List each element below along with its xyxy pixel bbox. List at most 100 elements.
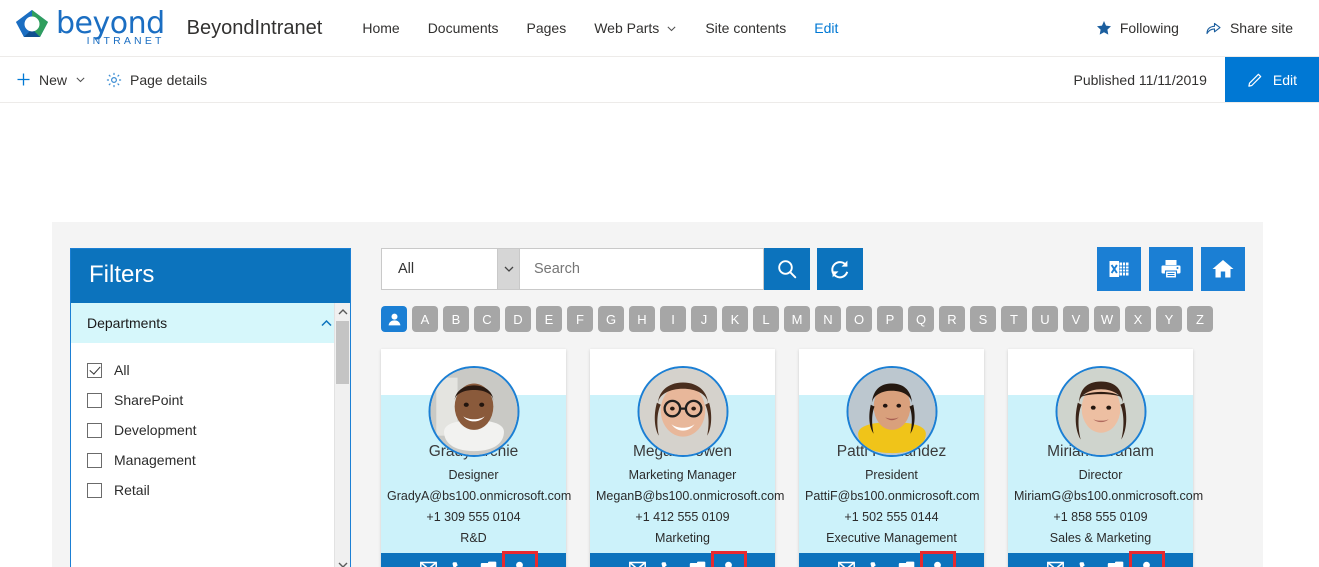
alpha-chip-c[interactable]: C bbox=[474, 306, 500, 332]
alpha-chip-b[interactable]: B bbox=[443, 306, 469, 332]
avatar bbox=[428, 366, 519, 457]
phone-icon[interactable] bbox=[869, 561, 884, 567]
checkbox-all[interactable] bbox=[87, 363, 102, 378]
share-icon bbox=[1205, 20, 1222, 36]
mail-icon[interactable] bbox=[420, 561, 437, 567]
alpha-chip-all-people[interactable] bbox=[381, 306, 407, 332]
filter-option-retail[interactable]: Retail bbox=[71, 475, 350, 505]
mail-icon[interactable] bbox=[1047, 561, 1064, 567]
nav-link-web-parts-label: Web Parts bbox=[594, 20, 659, 36]
filters-scroll-thumb[interactable] bbox=[336, 321, 349, 384]
alpha-chip-s[interactable]: S bbox=[970, 306, 996, 332]
phone-icon[interactable] bbox=[660, 561, 675, 567]
checkbox-management[interactable] bbox=[87, 453, 102, 468]
nav-link-documents[interactable]: Documents bbox=[414, 12, 513, 44]
search-scope-chevron[interactable] bbox=[497, 249, 519, 289]
alpha-chip-p[interactable]: P bbox=[877, 306, 903, 332]
new-button[interactable]: New bbox=[6, 65, 96, 95]
alpha-chip-r[interactable]: R bbox=[939, 306, 965, 332]
alpha-chip-m[interactable]: M bbox=[784, 306, 810, 332]
nav-link-pages[interactable]: Pages bbox=[513, 12, 581, 44]
site-title: BeyondIntranet bbox=[187, 17, 323, 40]
alpha-chip-h[interactable]: H bbox=[629, 306, 655, 332]
export-to-excel-button[interactable] bbox=[1097, 247, 1141, 291]
phone-icon[interactable] bbox=[451, 561, 466, 567]
checkbox-development[interactable] bbox=[87, 423, 102, 438]
scroll-down-arrow[interactable] bbox=[335, 556, 350, 567]
print-button[interactable] bbox=[1149, 247, 1193, 291]
alpha-chip-i[interactable]: I bbox=[660, 306, 686, 332]
alpha-chip-k[interactable]: K bbox=[722, 306, 748, 332]
alpha-chip-t[interactable]: T bbox=[1001, 306, 1027, 332]
alpha-chip-g[interactable]: G bbox=[598, 306, 624, 332]
alpha-chip-x[interactable]: X bbox=[1125, 306, 1151, 332]
person-icon[interactable] bbox=[511, 560, 528, 567]
filter-group-departments[interactable]: Departments bbox=[71, 303, 350, 343]
chevron-down-icon bbox=[504, 265, 514, 273]
phone-icon[interactable] bbox=[1078, 561, 1093, 567]
filter-option-all[interactable]: All bbox=[71, 355, 350, 385]
contact-card[interactable]: Patti Fernandez President PattiF@bs100.o… bbox=[799, 349, 984, 567]
home-button[interactable] bbox=[1201, 247, 1245, 291]
following-button[interactable]: Following bbox=[1086, 12, 1189, 44]
directory-main: All bbox=[351, 248, 1263, 567]
refresh-icon bbox=[829, 258, 851, 280]
avatar bbox=[637, 366, 728, 457]
search-button[interactable] bbox=[764, 248, 810, 290]
nav-link-documents-label: Documents bbox=[428, 20, 499, 36]
refresh-button[interactable] bbox=[817, 248, 863, 290]
search-input[interactable] bbox=[519, 248, 764, 290]
caret-up-icon bbox=[338, 308, 348, 316]
chat-icon[interactable] bbox=[480, 561, 497, 567]
alpha-chip-v[interactable]: V bbox=[1063, 306, 1089, 332]
share-site-button[interactable]: Share site bbox=[1195, 12, 1303, 44]
alpha-chip-w[interactable]: W bbox=[1094, 306, 1120, 332]
alpha-chip-n[interactable]: N bbox=[815, 306, 841, 332]
chat-icon[interactable] bbox=[689, 561, 706, 567]
alpha-chip-u[interactable]: U bbox=[1032, 306, 1058, 332]
alpha-chip-j[interactable]: J bbox=[691, 306, 717, 332]
contact-card[interactable]: Grady Archie Designer GradyA@bs100.onmic… bbox=[381, 349, 566, 567]
mail-icon[interactable] bbox=[838, 561, 855, 567]
filter-option-management[interactable]: Management bbox=[71, 445, 350, 475]
contact-email: GradyA@bs100.onmicrosoft.com bbox=[387, 489, 560, 503]
alpha-chip-o[interactable]: O bbox=[846, 306, 872, 332]
mail-icon[interactable] bbox=[629, 561, 646, 567]
site-logo[interactable]: beyond INTRANET bbox=[10, 7, 165, 49]
alpha-chip-l[interactable]: L bbox=[753, 306, 779, 332]
checkbox-sharepoint[interactable] bbox=[87, 393, 102, 408]
person-icon[interactable] bbox=[929, 560, 946, 567]
contact-card[interactable]: Megan Bowen Marketing Manager MeganB@bs1… bbox=[590, 349, 775, 567]
scroll-up-arrow[interactable] bbox=[335, 303, 350, 320]
filters-scrollbar[interactable] bbox=[334, 303, 350, 567]
filter-option-sharepoint[interactable]: SharePoint bbox=[71, 385, 350, 415]
edit-page-button[interactable]: Edit bbox=[1225, 57, 1319, 102]
alpha-chip-e[interactable]: E bbox=[536, 306, 562, 332]
person-icon[interactable] bbox=[1138, 560, 1155, 567]
nav-link-home[interactable]: Home bbox=[348, 12, 413, 44]
contact-card[interactable]: Miriam Graham Director MiriamG@bs100.onm… bbox=[1008, 349, 1193, 567]
filter-option-management-label: Management bbox=[114, 452, 196, 468]
alpha-chip-a[interactable]: A bbox=[412, 306, 438, 332]
nav-link-edit[interactable]: Edit bbox=[800, 12, 852, 44]
alpha-chip-z[interactable]: Z bbox=[1187, 306, 1213, 332]
search-scope-select[interactable]: All bbox=[381, 248, 519, 290]
nav-link-site-contents[interactable]: Site contents bbox=[691, 12, 800, 44]
alpha-chip-d[interactable]: D bbox=[505, 306, 531, 332]
page-details-button[interactable]: Page details bbox=[96, 65, 217, 95]
contact-role: Marketing Manager bbox=[596, 468, 769, 482]
filter-group-label: Departments bbox=[87, 315, 167, 331]
alpha-chip-q[interactable]: Q bbox=[908, 306, 934, 332]
alpha-chip-f[interactable]: F bbox=[567, 306, 593, 332]
directory-toolbar: All bbox=[381, 248, 1245, 290]
nav-link-web-parts[interactable]: Web Parts bbox=[580, 12, 691, 44]
chat-icon[interactable] bbox=[898, 561, 915, 567]
filter-option-development[interactable]: Development bbox=[71, 415, 350, 445]
alpha-chip-y[interactable]: Y bbox=[1156, 306, 1182, 332]
contact-email: PattiF@bs100.onmicrosoft.com bbox=[805, 489, 978, 503]
top-navigation-bar: beyond INTRANET BeyondIntranet Home Docu… bbox=[0, 0, 1319, 57]
checkbox-retail[interactable] bbox=[87, 483, 102, 498]
person-icon[interactable] bbox=[720, 560, 737, 567]
nav-links: Home Documents Pages Web Parts Site cont… bbox=[348, 12, 852, 44]
chat-icon[interactable] bbox=[1107, 561, 1124, 567]
